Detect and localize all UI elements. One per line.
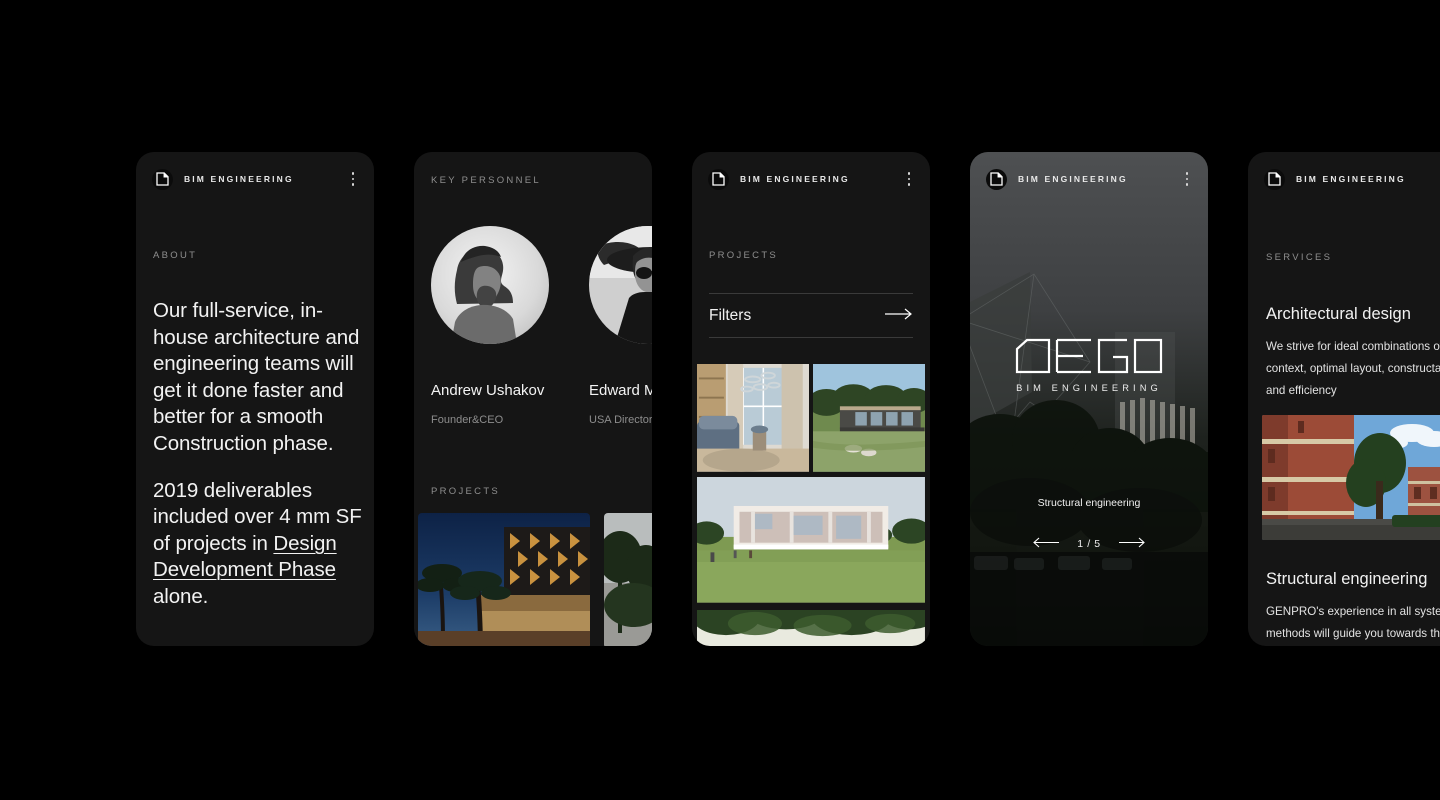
avatar[interactable] [431,226,549,344]
about-body: Our full-service, in-house architecture … [153,298,362,611]
person-name: Andrew Ushakov [431,382,545,399]
project-thumbnail[interactable] [812,364,926,474]
person-card[interactable]: Edward M USA Director [589,226,652,426]
arrow-right-icon[interactable] [1118,535,1145,553]
about-p2-post: alone. [153,584,209,608]
person-name: Edward M [589,382,652,399]
service-body: We strive for ideal combinations of desi… [1266,340,1440,397]
document-corner-icon[interactable] [1264,168,1285,190]
personnel-card[interactable]: KEY PERSONNEL Andrew Ushakov Founder&CEO… [414,152,652,646]
about-paragraph-2: 2019 deliverables included over 4 mm SF … [153,478,362,611]
document-corner-icon[interactable] [152,168,173,190]
services-card[interactable]: BIM ENGINEERING SERVICES Architectural d… [1248,152,1440,646]
service-title: Structural engineering [1266,570,1428,588]
card-header: BIM ENGINEERING [708,168,916,190]
screen: BIM ENGINEERING ABOUT Our full-service, … [0,0,1440,800]
person-role: USA Director [589,414,652,426]
avatar[interactable] [589,226,652,344]
slide-counter: 1 / 5 [1077,538,1101,550]
brand-name: BIM ENGINEERING [740,174,850,184]
hero-background [970,152,1208,646]
project-grid[interactable] [697,364,925,646]
project-thumbnail-list[interactable] [414,513,652,646]
section-label-services: SERVICES [1266,252,1333,263]
brand-name: BIM ENGINEERING [1018,174,1128,184]
section-label-about: ABOUT [153,250,198,261]
document-corner-icon[interactable] [986,168,1007,190]
project-thumbnail[interactable] [697,364,810,474]
hero-slider-nav[interactable]: 1 / 5 [970,535,1208,553]
filters-row[interactable]: Filters [709,293,913,338]
arrow-right-icon[interactable] [885,307,913,325]
person-card[interactable]: Andrew Ushakov Founder&CEO [431,226,549,426]
section-label-projects: PROJECTS [431,486,501,497]
brand-name: BIM ENGINEERING [1296,174,1406,184]
service-body: GENPRO's experience in all systems & met… [1266,605,1440,640]
kebab-menu-icon[interactable] [902,170,916,188]
project-thumbnail[interactable] [697,610,925,646]
project-thumbnail[interactable] [697,477,925,607]
brand-name: BIM ENGINEERING [184,174,294,184]
document-corner-icon[interactable] [708,168,729,190]
card-header: BIM ENGINEERING [1264,168,1440,190]
hero-card[interactable]: BIM ENGINEERING BIM ENGINEERING Structur… [970,152,1208,646]
section-label-key-personnel: KEY PERSONNEL [431,175,541,186]
kebab-menu-icon[interactable] [1180,170,1194,188]
filters-label: Filters [709,306,752,324]
hero-subtitle: BIM ENGINEERING [1016,383,1162,393]
card-header: BIM ENGINEERING [986,168,1194,190]
project-thumbnail[interactable] [604,513,652,646]
kebab-menu-icon[interactable] [346,170,360,188]
card-rail[interactable]: BIM ENGINEERING ABOUT Our full-service, … [136,152,1440,646]
dego-wordmark-icon [1015,338,1163,374]
arrow-left-icon[interactable] [1033,535,1060,553]
card-header: BIM ENGINEERING [152,168,360,190]
personnel-list[interactable]: Andrew Ushakov Founder&CEO Edward M USA … [431,226,652,426]
about-card[interactable]: BIM ENGINEERING ABOUT Our full-service, … [136,152,374,646]
service-image[interactable] [1262,415,1440,540]
hero-caption: Structural engineering [1037,497,1141,509]
projects-card[interactable]: BIM ENGINEERING PROJECTS Filters [692,152,930,646]
section-label-projects: PROJECTS [709,250,779,261]
service-title: Architectural design [1266,305,1411,323]
about-paragraph-1: Our full-service, in-house architecture … [153,299,360,455]
person-role: Founder&CEO [431,414,504,426]
project-thumbnail[interactable] [418,513,590,646]
hero-logo: BIM ENGINEERING [970,338,1208,393]
